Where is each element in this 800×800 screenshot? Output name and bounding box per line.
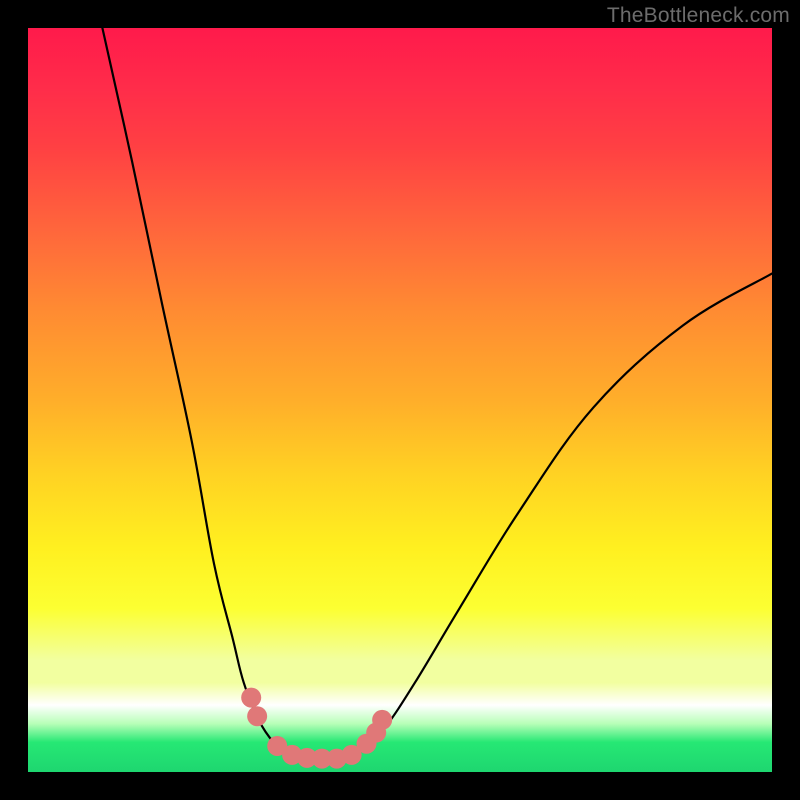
data-point <box>247 706 267 726</box>
outer-frame: TheBottleneck.com <box>0 0 800 800</box>
watermark-text: TheBottleneck.com <box>607 4 790 28</box>
curve-left <box>102 28 303 757</box>
plot-area <box>28 28 772 772</box>
data-point <box>241 688 261 708</box>
curve-right <box>348 274 772 758</box>
chart-svg <box>28 28 772 772</box>
data-point <box>372 710 392 730</box>
